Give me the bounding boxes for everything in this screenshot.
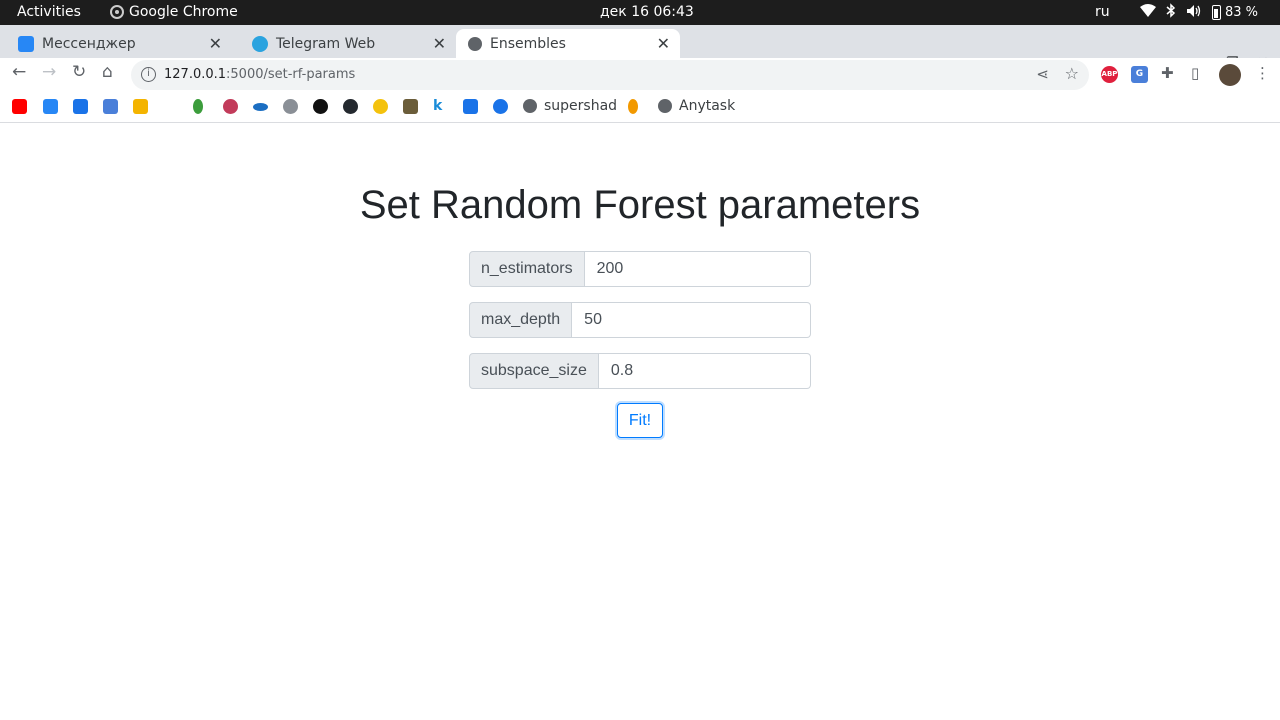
translate-icon[interactable] — [103, 99, 118, 114]
tab-title: Telegram Web — [276, 35, 376, 52]
google-translate-icon[interactable]: G — [1131, 66, 1148, 83]
n-estimators-label: n_estimators — [469, 251, 585, 287]
adblock-plus-icon[interactable]: ABP — [1101, 66, 1118, 83]
globe-icon — [523, 99, 537, 113]
page-title: Set Random Forest parameters — [359, 183, 921, 227]
bookmark-icon[interactable] — [253, 103, 268, 111]
bookmark-icon[interactable] — [223, 99, 238, 114]
bookmark-icon[interactable] — [403, 99, 418, 114]
chrome-icon — [110, 5, 124, 19]
telegram-icon — [252, 35, 268, 52]
tab-telegram[interactable]: Telegram Web ✕ — [234, 29, 456, 58]
bookmarks-bar: k supershad Anytask — [0, 92, 1280, 123]
browser-toolbar: ← → ↻ ⌂ i 127.0.0.1:5000/set-rf-params ⋖… — [0, 58, 1280, 92]
tab-strip: Мессенджер ✕ Telegram Web ✕ Ensembles ✕ … — [0, 25, 1280, 77]
bookmark-supershad[interactable]: supershad — [523, 98, 617, 114]
wifi-icon — [1140, 4, 1156, 21]
subspace-size-label: subspace_size — [469, 353, 599, 389]
github-icon[interactable] — [343, 99, 358, 114]
close-icon[interactable]: ✕ — [657, 34, 670, 53]
vk-icon[interactable] — [43, 99, 58, 114]
close-icon[interactable]: ✕ — [209, 34, 222, 53]
n-estimators-group: n_estimators — [469, 251, 811, 287]
share-icon[interactable]: ⋖ — [1036, 65, 1049, 83]
youtube-icon[interactable] — [12, 99, 27, 114]
vk-messenger-icon — [18, 35, 34, 52]
profile-avatar[interactable] — [1219, 64, 1241, 86]
battery-percent: 83 % — [1225, 5, 1259, 20]
page-content: Set Random Forest parameters n_estimator… — [0, 124, 1280, 720]
bookmark-icon[interactable] — [373, 99, 388, 114]
subspace-size-group: subspace_size — [469, 353, 811, 389]
calendar-icon[interactable] — [463, 99, 478, 114]
bookmark-icon[interactable] — [313, 99, 328, 114]
sber-icon[interactable] — [193, 99, 203, 114]
globe-icon — [468, 36, 482, 51]
battery-indicator: 83 % — [1212, 5, 1258, 20]
app-menu[interactable]: Google Chrome — [110, 4, 238, 20]
subspace-size-input[interactable] — [598, 353, 811, 389]
bluetooth-icon — [1166, 3, 1176, 22]
tab-title: Ensembles — [490, 35, 566, 52]
back-icon[interactable]: ← — [12, 62, 26, 82]
globe-icon[interactable] — [283, 99, 298, 114]
side-panel-icon[interactable]: ▯ — [1191, 64, 1199, 82]
address-bar[interactable]: i 127.0.0.1:5000/set-rf-params ⋖ ☆ — [131, 60, 1089, 90]
globe-icon — [658, 99, 672, 113]
max-depth-group: max_depth — [469, 302, 811, 338]
reload-icon[interactable]: ↻ — [72, 62, 86, 82]
activities-button[interactable]: Activities — [17, 4, 81, 20]
site-info-icon[interactable]: i — [141, 67, 156, 82]
fit-button[interactable]: Fit! — [617, 403, 663, 438]
battery-icon — [1212, 5, 1221, 20]
app-name: Google Chrome — [129, 4, 238, 20]
forward-icon[interactable]: → — [42, 62, 56, 82]
close-icon[interactable]: ✕ — [433, 34, 446, 53]
clock[interactable]: дек 16 06:43 — [600, 4, 694, 20]
tab-ensembles[interactable]: Ensembles ✕ — [456, 29, 680, 58]
home-icon[interactable]: ⌂ — [102, 62, 113, 82]
system-tray[interactable]: 83 % — [1140, 3, 1258, 22]
contacts-icon[interactable] — [133, 99, 148, 114]
bookmark-icon[interactable]: k — [433, 99, 448, 114]
n-estimators-input[interactable] — [584, 251, 811, 287]
url-text[interactable]: 127.0.0.1:5000/set-rf-params — [164, 67, 355, 82]
max-depth-input[interactable] — [572, 302, 811, 338]
bookmark-icon[interactable] — [628, 99, 638, 114]
menu-icon[interactable]: ⋮ — [1255, 64, 1270, 82]
max-depth-label: max_depth — [469, 302, 573, 338]
volume-icon — [1186, 4, 1202, 22]
language-indicator[interactable]: ru — [1095, 4, 1110, 20]
mail-icon[interactable] — [73, 99, 88, 114]
tab-title: Мессенджер — [42, 35, 136, 52]
extensions-icon[interactable]: ✚ — [1161, 64, 1174, 82]
tab-messenger[interactable]: Мессенджер ✕ — [0, 29, 232, 58]
bookmark-star-icon[interactable]: ☆ — [1065, 64, 1079, 83]
bookmark-anytask[interactable]: Anytask — [658, 98, 735, 114]
bookmark-icon[interactable] — [493, 99, 508, 114]
system-top-bar: Activities Google Chrome дек 16 06:43 ru… — [0, 0, 1280, 25]
